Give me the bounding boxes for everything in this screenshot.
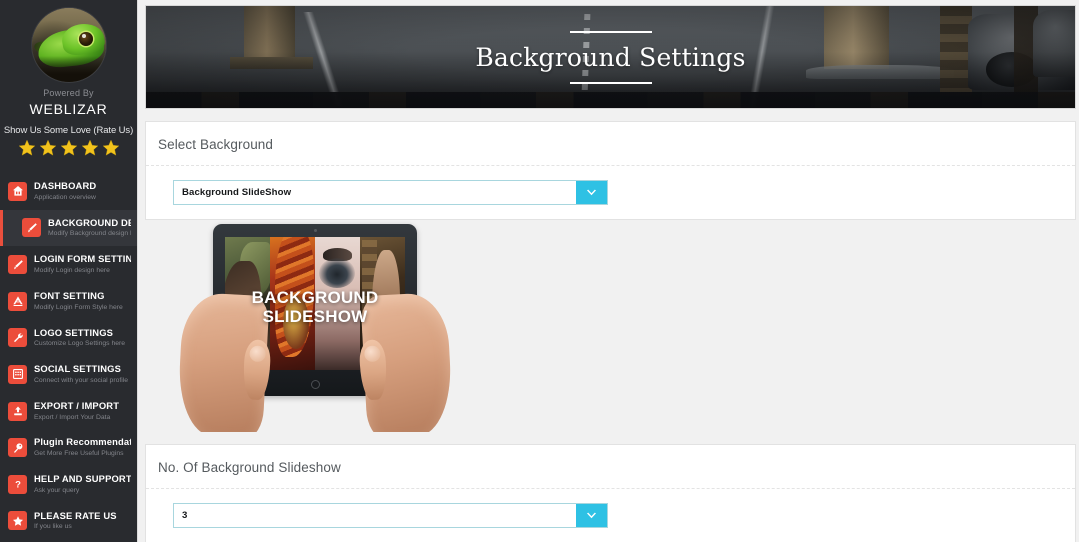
sidebar-item-title: DASHBOARD	[34, 181, 96, 192]
sidebar-item-subtitle: Export / Import Your Data	[34, 414, 119, 422]
sidebar-item-background-design[interactable]: BACKGROUND DESIGNModify Background desig…	[0, 210, 137, 247]
slideshow-count-title: No. Of Background Slideshow	[146, 445, 1075, 489]
select-background-card: Select Background Background SlideShow	[145, 121, 1076, 220]
star-icon[interactable]	[60, 139, 78, 157]
sidebar: Powered By WEBLIZAR Show Us Some Love (R…	[0, 0, 137, 542]
page-title: Background Settings	[475, 43, 745, 72]
sidebar-item-subtitle: Connect with your social profile	[34, 377, 128, 385]
slideshow-preview: BACKGROUND SLIDESHOW	[145, 220, 1076, 432]
brush-icon	[22, 218, 41, 237]
sidebar-item-title: BACKGROUND DESIGN	[48, 218, 131, 229]
star-rating[interactable]	[0, 139, 137, 157]
wrench-icon	[8, 328, 27, 347]
slideshow-count-value: 3	[174, 504, 576, 527]
upload-icon	[8, 402, 27, 421]
sidebar-item-please-rate-us[interactable]: PLEASE RATE USIf you like us	[0, 503, 137, 540]
sidebar-item-dashboard[interactable]: DASHBOARD Application overview	[0, 173, 137, 210]
powered-by-label: Powered By	[0, 88, 137, 98]
slideshow-count-select[interactable]: 3	[173, 503, 608, 528]
sidebar-item-title: LOGO SETTINGS	[34, 328, 125, 339]
sidebar-item-title: EXPORT / IMPORT	[34, 401, 119, 412]
svg-text:?: ?	[15, 480, 21, 491]
sidebar-item-export-import[interactable]: EXPORT / IMPORT Export / Import Your Data	[0, 393, 137, 430]
star-icon[interactable]	[81, 139, 99, 157]
font-icon	[8, 292, 27, 311]
sidebar-item-title: FONT SETTING	[34, 291, 123, 302]
sidebar-item-subtitle: Customize Logo Settings here	[34, 340, 125, 348]
star-icon[interactable]	[102, 139, 120, 157]
sidebar-item-font-setting[interactable]: FONT SETTING Modify Login Form Style here	[0, 283, 137, 320]
banner-rule-bottom	[570, 82, 652, 84]
sidebar-item-plugin-recommendations[interactable]: Plugin Recommendations Get More Free Usef…	[0, 429, 137, 466]
slideshow-count-card: No. Of Background Slideshow 3	[145, 444, 1076, 542]
app-root: Powered By WEBLIZAR Show Us Some Love (R…	[0, 0, 1079, 542]
question-icon: ?	[8, 475, 27, 494]
sidebar-item-subtitle: Get More Free Useful Plugins	[34, 450, 131, 458]
sidebar-item-subtitle: Application overview	[34, 194, 96, 202]
sidebar-item-social-settings[interactable]: SOCIAL SETTINGS Connect with your social …	[0, 356, 137, 393]
plug-icon	[8, 438, 27, 457]
rate-us-label[interactable]: Show Us Some Love (Rate Us)	[0, 125, 137, 136]
sidebar-item-help-and-support[interactable]: ? HELP AND SUPPORT Ask your query	[0, 466, 137, 503]
sidebar-item-title: HELP AND SUPPORT	[34, 474, 131, 485]
tablet-image: BACKGROUND SLIDESHOW	[180, 224, 450, 428]
chevron-down-icon[interactable]	[576, 181, 607, 204]
star-icon	[8, 511, 27, 530]
sidebar-item-subtitle: Modify Login design here	[34, 267, 131, 275]
banner-rule-top	[570, 31, 652, 33]
sidebar-item-subtitle: If you like us	[34, 523, 117, 531]
sidebar-item-subtitle: Modify Login Form Style here	[34, 304, 123, 312]
sidebar-brand: Powered By WEBLIZAR Show Us Some Love (R…	[0, 0, 137, 157]
background-type-select[interactable]: Background SlideShow	[173, 180, 608, 205]
sidebar-menu: DASHBOARD Application overview BACKGROUND …	[0, 173, 137, 539]
sidebar-item-title: SOCIAL SETTINGS	[34, 364, 128, 375]
select-background-title: Select Background	[146, 122, 1075, 166]
brand-name: WEBLIZAR	[0, 101, 137, 117]
preview-label: BACKGROUND SLIDESHOW	[225, 288, 405, 326]
sidebar-item-subtitle: Ask your query	[34, 487, 131, 495]
star-icon[interactable]	[18, 139, 36, 157]
brush-icon	[8, 255, 27, 274]
sidebar-item-logo-settings[interactable]: LOGO SETTINGSCustomize Logo Settings her…	[0, 320, 137, 357]
background-type-value: Background SlideShow	[174, 181, 576, 204]
sidebar-item-title: LOGIN FORM SETTING	[34, 254, 131, 265]
grid-icon	[8, 365, 27, 384]
sidebar-item-login-form-setting[interactable]: LOGIN FORM SETTING Modify Login design he…	[0, 246, 137, 283]
sidebar-item-title: Plugin Recommendations	[34, 437, 131, 448]
star-icon[interactable]	[39, 139, 57, 157]
page-banner: Background Settings	[145, 5, 1076, 109]
chevron-down-icon[interactable]	[576, 504, 607, 527]
avatar	[32, 8, 106, 82]
sidebar-item-title: PLEASE RATE US	[34, 511, 117, 522]
main-content: Background Settings Select Background Ba…	[137, 0, 1079, 542]
sidebar-item-subtitle: Modify Background design here	[48, 230, 131, 238]
home-icon	[8, 182, 27, 201]
